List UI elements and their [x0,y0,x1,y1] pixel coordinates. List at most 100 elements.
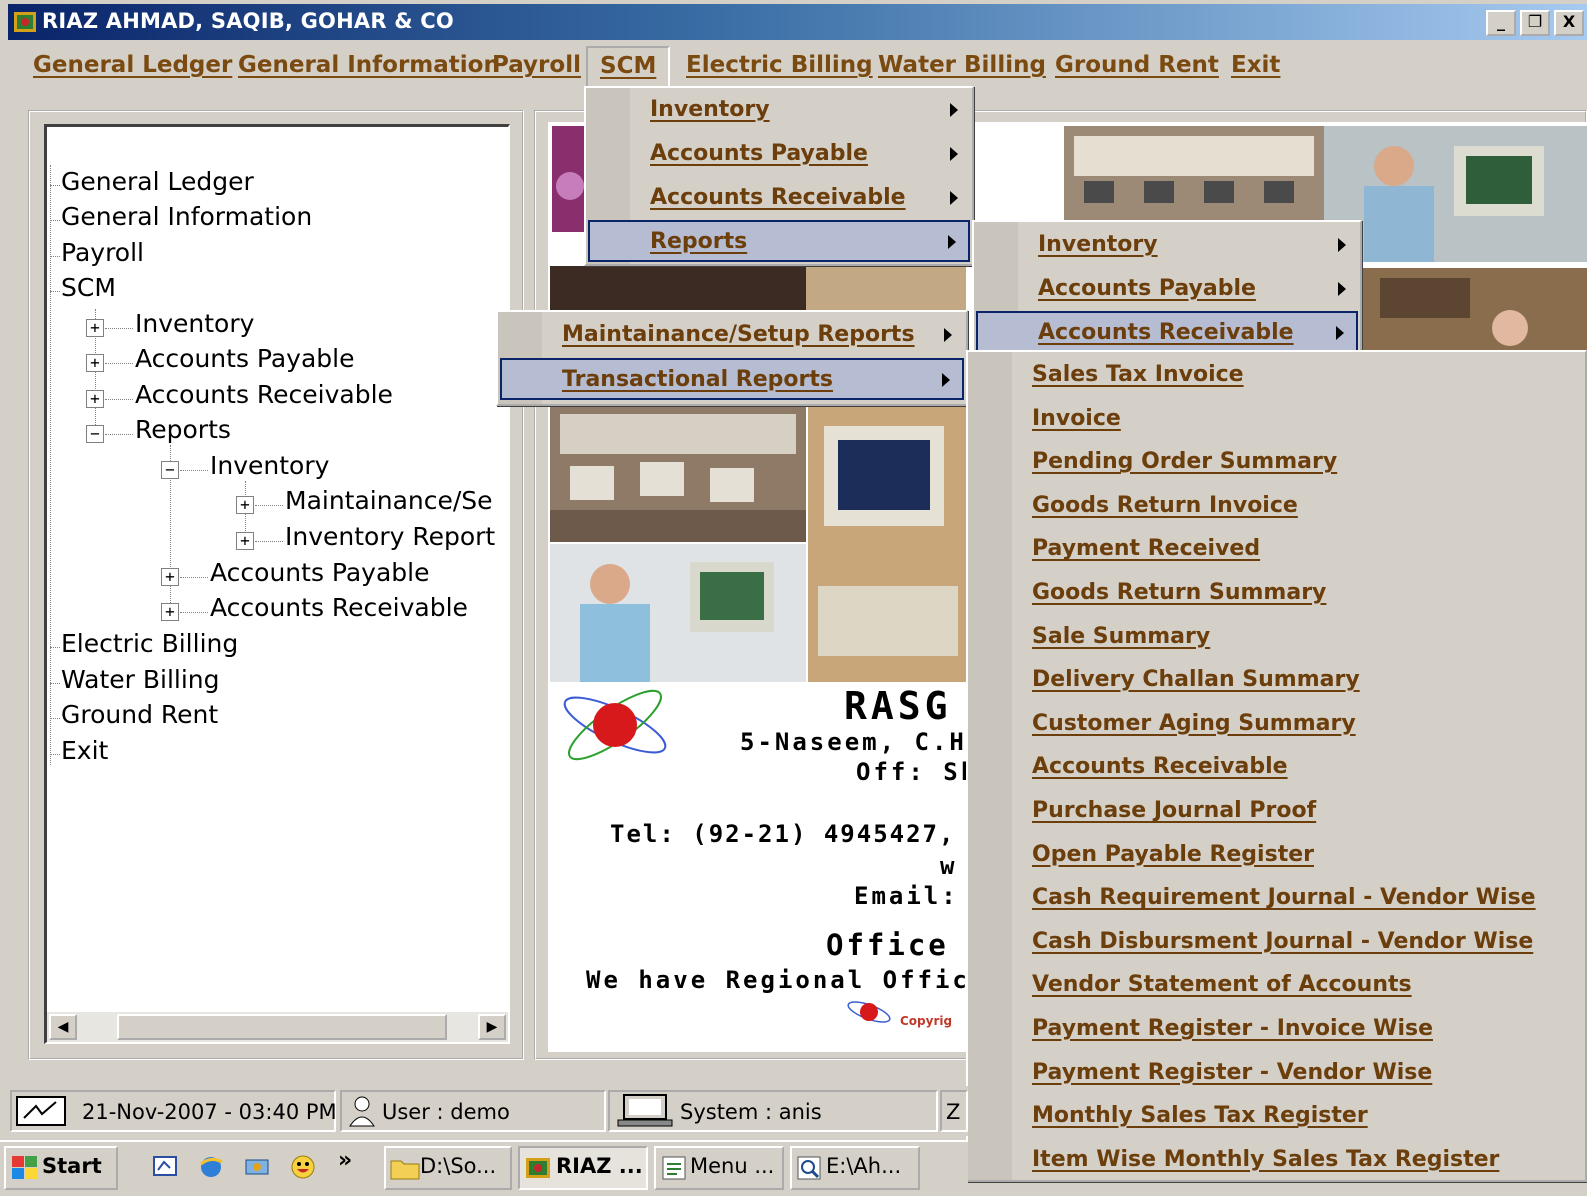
menu-ground-rent[interactable]: Ground Rent [1055,52,1219,78]
ar-report-item[interactable]: Purchase Journal Proof [970,791,1583,833]
menu-app-icon [662,1156,686,1180]
tree-item-payroll[interactable]: Payroll [61,238,144,267]
expand-icon[interactable]: + [86,354,104,372]
tree-item-reports-accounts-receivable[interactable]: Accounts Receivable [210,593,468,622]
ar-report-item[interactable]: Sales Tax Invoice [970,355,1583,397]
tree-item-electric-billing[interactable]: Electric Billing [61,629,238,658]
app-icon [14,12,36,32]
tree-item-accounts-receivable[interactable]: Accounts Receivable [135,380,393,409]
company-name: RASG [844,684,952,728]
desktop-quicklaunch-icon[interactable] [152,1154,178,1180]
scm-menu: Inventory Accounts Payable Accounts Rece… [584,86,974,266]
menu-general-information[interactable]: General Information [238,52,500,78]
scm-menu-accounts-receivable[interactable]: Accounts Receivable [588,178,970,220]
expand-icon[interactable]: + [161,603,179,621]
expand-icon[interactable]: + [236,496,254,514]
restore-button[interactable]: ❐ [1520,10,1550,36]
ar-report-label: Payment Received [1032,536,1261,562]
company-email: Email: [854,882,959,910]
menu-general-ledger[interactable]: General Ledger [33,52,232,78]
menu-transactional-reports[interactable]: Transactional Reports [500,358,964,400]
tree-item-accounts-payable[interactable]: Accounts Payable [135,344,355,373]
network-quicklaunch-icon[interactable] [244,1154,270,1180]
menu-electric-billing[interactable]: Electric Billing [686,52,873,78]
ar-report-label: Customer Aging Summary [1032,710,1356,736]
expand-icon[interactable]: + [86,390,104,408]
tree-item-exit[interactable]: Exit [61,736,108,765]
reports-menu-accounts-receivable[interactable]: Accounts Receivable [976,311,1358,353]
ar-report-item[interactable]: Payment Register - Vendor Wise [970,1053,1583,1095]
ar-report-item[interactable]: Goods Return Invoice [970,486,1583,528]
task-button-riaz[interactable]: RIAZ ... [518,1146,648,1190]
ar-report-item[interactable]: Invoice [970,399,1583,441]
ar-report-label: Pending Order Summary [1032,449,1338,475]
menu-exit[interactable]: Exit [1231,52,1280,78]
tree-item-scm[interactable]: SCM [61,273,116,302]
tree-item-general-information[interactable]: General Information [61,202,312,231]
tree-item-inventory-report[interactable]: Inventory Report [285,522,495,551]
collapse-icon[interactable]: − [161,461,179,479]
ar-report-label: Accounts Receivable [1032,754,1288,780]
ar-report-item[interactable]: Sale Summary [970,617,1583,659]
scm-menu-reports[interactable]: Reports [588,220,970,262]
classroom-photo [1064,126,1324,222]
task-button-folder[interactable]: D:\So... [384,1146,512,1190]
tree-item-water-billing[interactable]: Water Billing [61,665,220,694]
expand-icon[interactable]: + [236,532,254,550]
minimize-button[interactable]: _ [1486,10,1516,36]
ar-report-label: Payment Register - Vendor Wise [1032,1059,1433,1085]
reports-menu-accounts-payable[interactable]: Accounts Payable [976,269,1358,311]
ar-report-item[interactable]: Goods Return Summary [970,573,1583,615]
expand-icon[interactable]: + [161,568,179,586]
tree-item-maintainance-setup[interactable]: Maintainance/Se [285,486,493,515]
tree-item-reports-inventory[interactable]: Inventory [210,451,329,480]
quicklaunch-more-icon[interactable]: » [338,1148,352,1173]
scroll-thumb[interactable] [117,1014,447,1040]
ar-report-item[interactable]: Payment Register - Invoice Wise [970,1009,1583,1051]
menu-maintainance-setup-reports[interactable]: Maintainance/Setup Reports [500,315,964,357]
scroll-right-button[interactable]: ▶ [478,1014,506,1040]
ar-report-item[interactable]: Open Payable Register [970,835,1583,877]
ar-report-label: Sales Tax Invoice [1032,362,1244,387]
expand-icon[interactable]: + [86,319,104,337]
ar-report-label: Invoice [1032,405,1121,431]
tree-item-reports[interactable]: Reports [135,415,231,444]
tree-item-ground-rent[interactable]: Ground Rent [61,700,218,729]
scm-menu-accounts-payable[interactable]: Accounts Payable [588,134,970,176]
ar-report-item[interactable]: Delivery Challan Summary [970,660,1583,702]
reports-menu-inventory[interactable]: Inventory [976,225,1358,267]
ar-report-item[interactable]: Cash Disbursment Journal - Vendor Wise [970,922,1583,964]
internet-explorer-icon[interactable] [198,1154,224,1180]
menu-scm[interactable]: SCM [586,46,671,90]
ar-report-item[interactable]: Cash Requirement Journal - Vendor Wise [970,878,1583,920]
ar-report-item[interactable]: Payment Received [970,529,1583,571]
ar-report-item[interactable]: Pending Order Summary [970,442,1583,484]
ar-report-item[interactable]: Accounts Receivable [970,747,1583,789]
tree-item-general-ledger[interactable]: General Ledger [61,167,254,196]
ar-report-item[interactable]: Item Wise Monthly Sales Tax Register [970,1140,1583,1182]
regional-offices-text: We have Regional Office [586,966,988,994]
menu-payroll[interactable]: Payroll [492,52,581,78]
menu-water-billing[interactable]: Water Billing [878,52,1046,78]
ar-report-label: Sale Summary [1032,623,1211,649]
tree-item-inventory[interactable]: Inventory [135,309,254,338]
messenger-smiley-icon[interactable] [290,1154,316,1180]
scm-menu-inventory[interactable]: Inventory [588,90,970,132]
computers-phone-photo [808,406,968,682]
start-button[interactable]: Start [4,1146,118,1190]
ar-report-label: Vendor Statement of Accounts [1032,972,1412,998]
status-system: System : anis [680,1100,822,1124]
horizontal-scrollbar[interactable]: ◀ ▶ [47,1012,508,1042]
navigation-tree[interactable]: General Ledger General Information Payro… [44,124,510,1044]
collapse-icon[interactable]: − [86,425,104,443]
status-extra: Z [946,1100,961,1124]
ar-report-item[interactable]: Vendor Statement of Accounts [970,965,1583,1007]
ar-report-item[interactable]: Customer Aging Summary [970,704,1583,746]
task-button-menu[interactable]: Menu ... [654,1146,784,1190]
status-extra-panel: Z [940,1090,968,1132]
tree-item-reports-accounts-payable[interactable]: Accounts Payable [210,558,430,587]
close-button[interactable]: X [1554,10,1584,36]
ar-report-item[interactable]: Monthly Sales Tax Register [970,1096,1583,1138]
task-button-explorer[interactable]: E:\Ah... [790,1146,920,1190]
scroll-left-button[interactable]: ◀ [49,1014,77,1040]
